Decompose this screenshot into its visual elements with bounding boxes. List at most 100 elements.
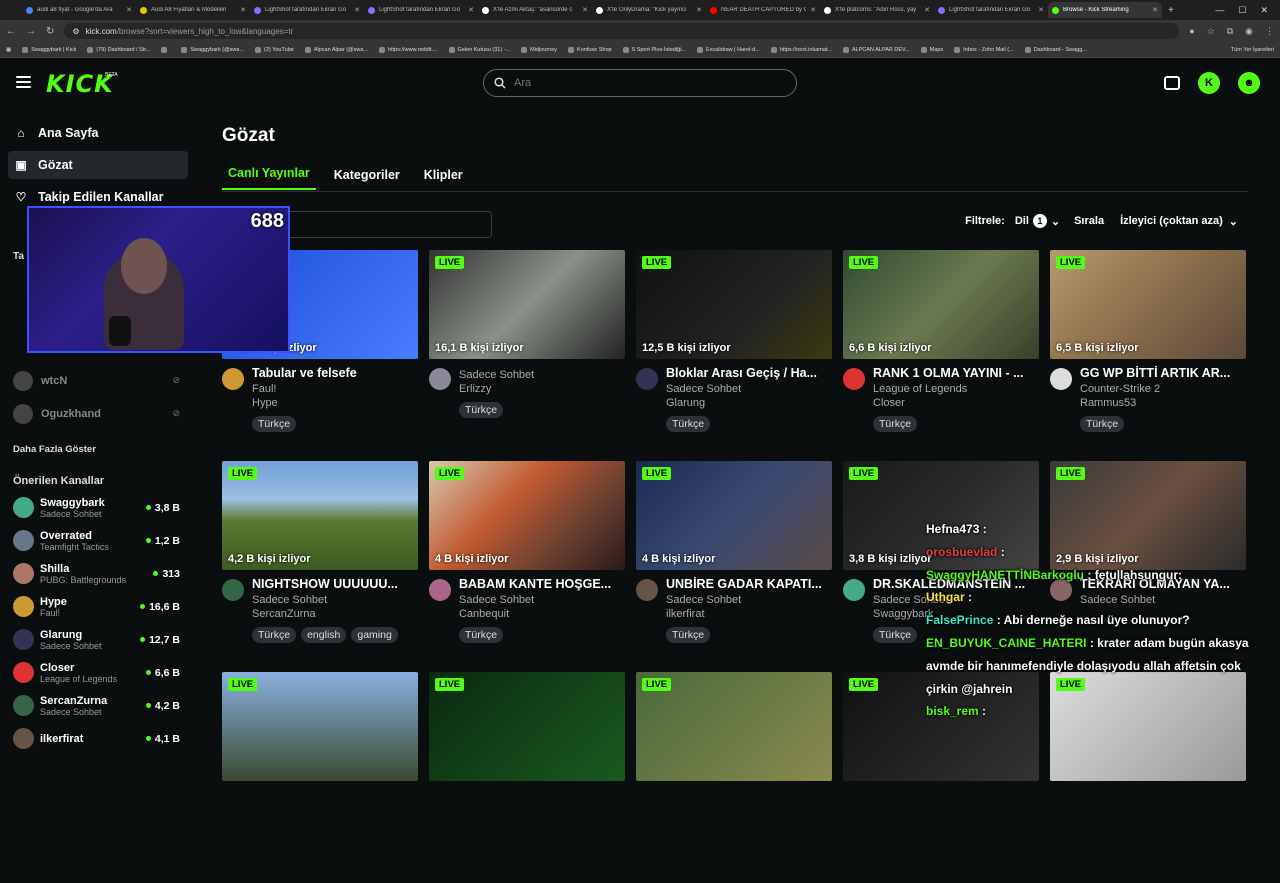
- close-tab-icon[interactable]: ✕: [1038, 6, 1044, 14]
- stream-category[interactable]: Sadece Sohbet: [459, 369, 619, 381]
- tag-chip[interactable]: Türkçe: [459, 627, 504, 643]
- browser-tab[interactable]: LightShot tarafından Ekran Gö ✕: [250, 2, 364, 18]
- stream-card[interactable]: LIVE 4 B kişi izliyor UNBİRE GADAR KAPATI.…: [636, 461, 832, 672]
- stream-category[interactable]: Faul!: [252, 383, 412, 395]
- tag-chip[interactable]: Türkçe: [666, 627, 711, 643]
- browser-tab[interactable]: X'te OnlyDrama: "Kick yayıncı ✕: [592, 2, 706, 18]
- star-icon[interactable]: ☆: [1207, 26, 1215, 37]
- bookmark-item[interactable]: ALPCAN ALPAR DEV...: [843, 46, 910, 53]
- tag-chip[interactable]: Türkçe: [459, 402, 504, 418]
- sort-dropdown[interactable]: İzleyici (çoktan aza) ⌄: [1120, 215, 1238, 228]
- recommended-channel[interactable]: Hype Faul! 16,6 B: [0, 590, 196, 623]
- menu-icon[interactable]: ⋮: [1265, 26, 1274, 37]
- stream-thumbnail[interactable]: LIVE: [636, 672, 832, 781]
- close-tab-icon[interactable]: ✕: [696, 6, 702, 14]
- bookmark-item[interactable]: S Sport Plus-İstediği...: [622, 46, 686, 53]
- bookmark-item[interactable]: Dashboard - Swagg...: [1024, 46, 1087, 53]
- stream-category[interactable]: Sadece Sohbet: [666, 594, 826, 606]
- stream-card[interactable]: LIVE 6,6 B kişi izliyor RANK 1 OLMA YAYINI…: [843, 250, 1039, 461]
- bookmark-item[interactable]: [161, 46, 170, 53]
- tag-chip[interactable]: Türkçe: [1080, 416, 1125, 432]
- bookmark-item[interactable]: Excalidraw | Hand-d...: [697, 46, 760, 53]
- channel-avatar[interactable]: [222, 368, 244, 390]
- channel-avatar[interactable]: [636, 368, 658, 390]
- stream-username[interactable]: ilkerfirat: [666, 608, 826, 620]
- language-filter[interactable]: Dil 1 ⌄: [1015, 214, 1060, 228]
- show-more-link[interactable]: Daha Fazla Göster: [0, 430, 196, 455]
- stream-username[interactable]: Hype: [252, 397, 412, 409]
- stream-card[interactable]: LIVE 16,1 B kişi izliyor Sadece Sohbet Erli…: [429, 250, 625, 461]
- stream-username[interactable]: Closer: [873, 397, 1033, 409]
- recommended-channel[interactable]: Overrated Teamfight Tactics 1,2 B: [0, 524, 196, 557]
- apps-icon[interactable]: ▦: [6, 47, 11, 53]
- kick-logo[interactable]: KICK: [46, 70, 114, 98]
- stream-card[interactable]: LIVE 4,2 B kişi izliyor NIGHTSHOW UUUUUU..…: [222, 461, 418, 672]
- browser-tab[interactable]: Audi A8 Fiyatları & Modelleri ✕: [136, 2, 250, 18]
- stream-thumbnail[interactable]: LIVE 6,5 B kişi izliyor: [1050, 250, 1246, 359]
- stream-category[interactable]: League of Legends: [873, 383, 1033, 395]
- stream-title[interactable]: NIGHTSHOW UUUUUU...: [252, 577, 412, 591]
- stream-card[interactable]: LIVE: [636, 672, 832, 883]
- bookmark-item[interactable]: https://www.reddit....: [379, 46, 438, 53]
- stream-username[interactable]: Glarung: [666, 397, 826, 409]
- channel-avatar[interactable]: [636, 579, 658, 601]
- close-window-icon[interactable]: ✕: [1260, 5, 1268, 16]
- search-input[interactable]: [514, 77, 774, 89]
- stream-thumbnail[interactable]: LIVE 4 B kişi izliyor: [429, 461, 625, 570]
- tab-0[interactable]: Canlı Yayınlar: [222, 164, 316, 190]
- recommended-channel[interactable]: Swaggybark Sadece Sohbet 3,8 B: [0, 491, 196, 524]
- browser-tab[interactable]: LightShot tarafından Ekran Gö ✕: [934, 2, 1048, 18]
- channel-avatar[interactable]: [843, 579, 865, 601]
- stream-category[interactable]: Sadece Sohbet: [459, 594, 619, 606]
- bookmark-item[interactable]: Alpcan Alpar (@swa...: [304, 46, 368, 53]
- stream-title[interactable]: Bloklar Arası Geçiş / Ha...: [666, 366, 826, 380]
- site-info-icon[interactable]: ⚙: [72, 27, 79, 36]
- recommended-channel[interactable]: Closer League of Legends 6,6 B: [0, 656, 196, 689]
- channel-avatar[interactable]: [843, 368, 865, 390]
- tag-chip[interactable]: gaming: [351, 627, 398, 643]
- recommended-channel[interactable]: SercanZurna Sadece Sohbet 4,2 B: [0, 689, 196, 722]
- followed-channel[interactable]: wtcN ⊘: [0, 364, 196, 397]
- stream-title[interactable]: BABAM KANTE HOŞGE...: [459, 577, 619, 591]
- back-icon[interactable]: ←: [6, 26, 16, 37]
- tag-chip[interactable]: Türkçe: [666, 416, 711, 432]
- channel-avatar[interactable]: [1050, 368, 1072, 390]
- bookmark-item[interactable]: (2) YouTube: [255, 46, 294, 53]
- stream-thumbnail[interactable]: LIVE 4,2 B kişi izliyor: [222, 461, 418, 570]
- stream-username[interactable]: Erlizzy: [459, 383, 619, 395]
- bookmark-item[interactable]: Swaggybark (@swa...: [181, 46, 244, 53]
- stream-thumbnail[interactable]: LIVE 12,5 B kişi izliyor: [636, 250, 832, 359]
- tab-1[interactable]: Kategoriler: [328, 166, 406, 190]
- bookmark-item[interactable]: Midjourney: [521, 46, 557, 53]
- library-icon[interactable]: [1164, 76, 1180, 90]
- browser-tab[interactable]: X'te Azmi Aktaş: "asansörde c ✕: [478, 2, 592, 18]
- tag-chip[interactable]: Türkçe: [873, 627, 918, 643]
- sidebar-nav-item[interactable]: ▣ Gözat: [8, 151, 188, 179]
- browser-tab[interactable]: X'te platcoms: "Adin Ross, yay ✕: [820, 2, 934, 18]
- close-tab-icon[interactable]: ✕: [1152, 6, 1158, 14]
- browser-tab[interactable]: audi a8 fiyat - Google'da Ara ✕: [22, 2, 136, 18]
- stream-thumbnail[interactable]: LIVE 4 B kişi izliyor: [636, 461, 832, 570]
- channel-avatar[interactable]: [429, 368, 451, 390]
- maximize-icon[interactable]: ☐: [1238, 5, 1246, 16]
- tag-chip[interactable]: Türkçe: [873, 416, 918, 432]
- stream-thumbnail[interactable]: LIVE 16,1 B kişi izliyor: [429, 250, 625, 359]
- url-field[interactable]: ⚙ kick.com/browse?sort=viewers_high_to_l…: [64, 23, 1180, 39]
- search-box[interactable]: [483, 69, 797, 97]
- close-tab-icon[interactable]: ✕: [354, 6, 360, 14]
- bookmark-item[interactable]: (79) Dashboard / Str...: [87, 46, 150, 53]
- bookmark-item[interactable]: Inbox - Zoho Mail (...: [954, 46, 1014, 53]
- puzzle-icon[interactable]: ⧉: [1227, 26, 1233, 37]
- all-bookmarks-folder[interactable]: Tüm Yer İşaretleri: [1231, 47, 1274, 53]
- bookmark-item[interactable]: Gelen Kutusu (31) -...: [448, 46, 510, 53]
- stream-category[interactable]: Counter-Strike 2: [1080, 383, 1240, 395]
- stream-card[interactable]: LIVE 12,5 B kişi izliyor Bloklar Arası Geç…: [636, 250, 832, 461]
- menu-burger-icon[interactable]: [16, 76, 31, 88]
- sidebar-nav-item[interactable]: ⌂ Ana Sayfa: [8, 119, 188, 147]
- stream-category[interactable]: Sadece Sohbet: [252, 594, 412, 606]
- bookmark-item[interactable]: https://next.inkamat...: [770, 46, 832, 53]
- tag-chip[interactable]: Türkçe: [252, 627, 297, 643]
- browser-tab[interactable]: Browse - Kick Streaming ✕: [1048, 2, 1162, 18]
- user-avatar[interactable]: ☻: [1238, 72, 1260, 94]
- recommended-channel[interactable]: Glarung Sadece Sohbet 12,7 B: [0, 623, 196, 656]
